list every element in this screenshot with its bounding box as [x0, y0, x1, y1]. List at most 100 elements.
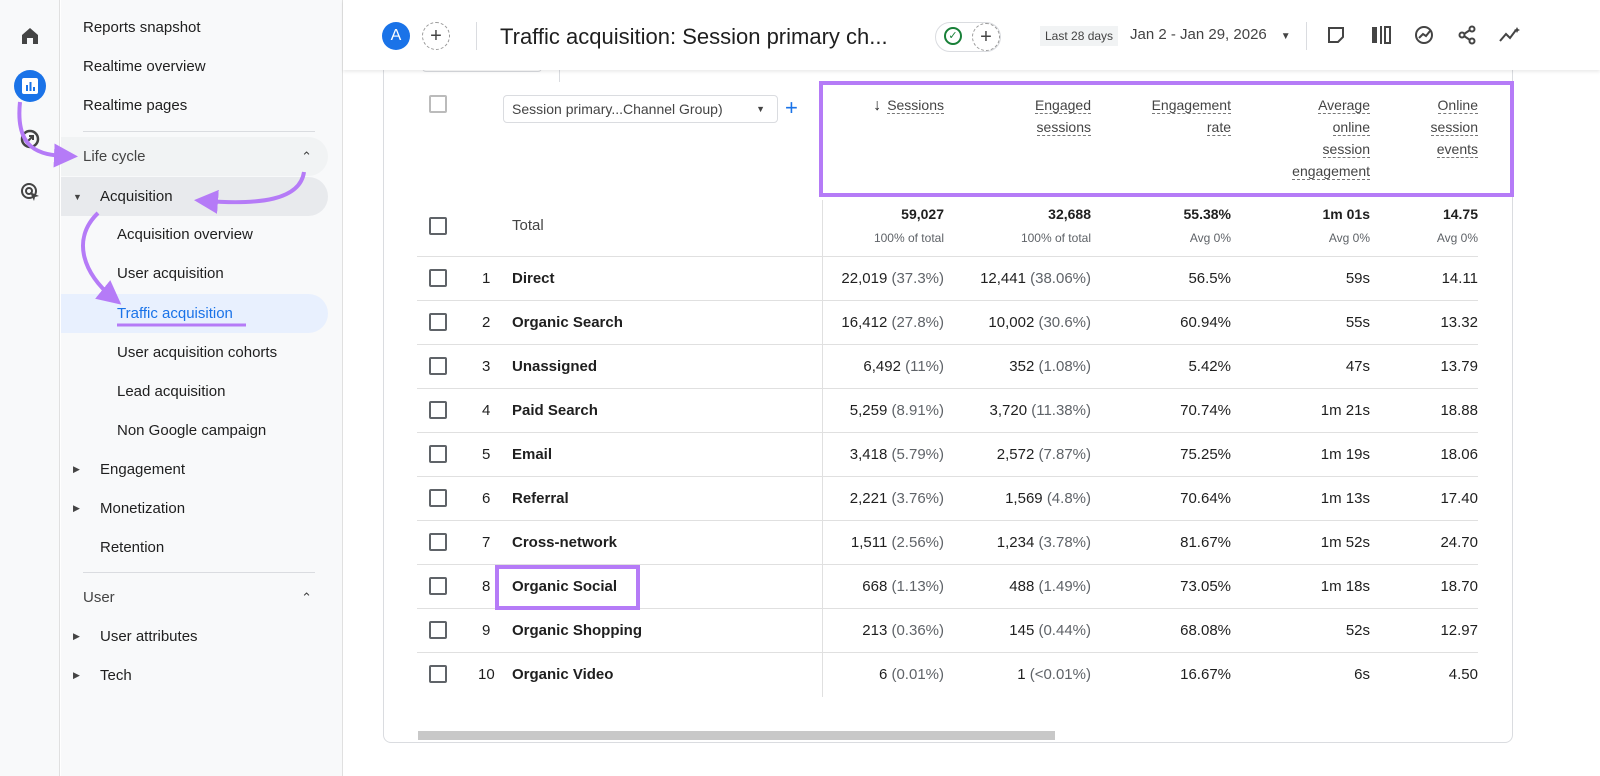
sessions-percent: (0.36%): [891, 622, 944, 639]
row-checkbox[interactable]: [429, 313, 447, 331]
table-row[interactable]: 7 Cross-network 1,511 (2.56%) 1,234 (3.7…: [417, 520, 1478, 564]
total-row: Total 59,027 100% of total 32,688 100% of t…: [417, 200, 1478, 256]
table-row[interactable]: 9 Organic Shopping 213 (0.36%) 145 (0.44…: [417, 608, 1478, 652]
engagement-rate-cell: 81.67%: [1180, 534, 1231, 551]
total-sessions-sub: 100% of total: [873, 231, 944, 245]
avg-engagement-cell: 1m 52s: [1320, 534, 1370, 551]
row-checkbox[interactable]: [429, 621, 447, 639]
table-row[interactable]: 3 Unassigned 6,492 (11%) 352 (1.08%) 5.4…: [417, 344, 1478, 388]
channel-name[interactable]: Organic Shopping: [512, 622, 642, 639]
reports-icon[interactable]: [14, 70, 46, 102]
sessions-cell: 1,511 (2.56%): [851, 534, 944, 551]
channel-name[interactable]: Referral: [512, 490, 569, 507]
engaged-value: 12,441: [980, 270, 1026, 287]
sessions-value: 213: [862, 622, 888, 639]
row-checkbox[interactable]: [429, 401, 447, 419]
sessions-cell: 3,418 (5.79%): [850, 446, 944, 463]
item-label: Engagement: [100, 461, 186, 478]
sessions-percent: (2.56%): [891, 534, 944, 551]
note-icon[interactable]: [1323, 22, 1349, 48]
dimension-selector[interactable]: Session primary...Channel Group) ▼: [503, 95, 778, 123]
table-row[interactable]: 5 Email 3,418 (5.79%) 2,572 (7.87%) 75.2…: [417, 432, 1478, 476]
chevron-up-icon: ⌃: [301, 148, 312, 164]
engaged-sessions-cell: 1,234 (3.78%): [997, 534, 1091, 551]
status-chip[interactable]: ✓ +: [935, 22, 1001, 52]
engaged-percent: (<0.01%): [1029, 666, 1091, 683]
caret-down-icon: ▼: [1280, 31, 1291, 42]
caret-right-icon: ▶: [73, 464, 80, 474]
engaged-percent: (0.44%): [1038, 622, 1091, 639]
channel-name[interactable]: Unassigned: [512, 358, 597, 375]
date-range-picker[interactable]: Jan 2 - Jan 29, 2026 ▼: [1130, 26, 1291, 43]
sessions-cell: 2,221 (3.76%): [850, 490, 944, 507]
sidebar-item-lead-acquisition[interactable]: Lead acquisition: [61, 372, 328, 411]
sidebar-item-reports-snapshot[interactable]: Reports snapshot: [61, 8, 328, 47]
row-rank: 7: [482, 534, 491, 551]
sidebar-item-traffic-acquisition[interactable]: Traffic acquisition: [61, 294, 328, 333]
engagement-rate-cell: 5.42%: [1188, 358, 1231, 375]
row-checkbox[interactable]: [429, 577, 447, 595]
sessions-value: 22,019: [841, 270, 888, 287]
avg-engagement-cell: 1m 19s: [1320, 446, 1370, 463]
horizontal-scrollbar[interactable]: [418, 731, 1055, 740]
row-checkbox[interactable]: [429, 445, 447, 463]
sidebar-item-acquisition[interactable]: ▼ Acquisition: [61, 177, 328, 216]
table-row[interactable]: 4 Paid Search 5,259 (8.91%) 3,720 (11.38…: [417, 388, 1478, 432]
add-comparison-button[interactable]: +: [422, 22, 450, 50]
total-avg-engagement: 1m 01s: [1322, 206, 1370, 222]
chevron-up-icon: ⌃: [301, 589, 312, 605]
row-checkbox[interactable]: [429, 533, 447, 551]
engaged-percent: (7.87%): [1038, 446, 1091, 463]
sidebar-item-non-google-campaign[interactable]: Non Google campaign: [61, 411, 328, 450]
caret-down-icon: ▼: [73, 191, 82, 202]
channel-name[interactable]: Cross-network: [512, 534, 617, 551]
row-checkbox[interactable]: [429, 217, 447, 235]
dimension-label: Session primary...Channel Group): [512, 101, 723, 117]
channel-name[interactable]: Direct: [512, 270, 555, 287]
sidebar-item-realtime-overview[interactable]: Realtime overview: [61, 47, 328, 86]
add-dimension-button[interactable]: +: [785, 95, 798, 121]
engaged-sessions-cell: 10,002 (30.6%): [988, 314, 1091, 331]
insights-icon[interactable]: [1411, 22, 1437, 48]
row-checkbox[interactable]: [429, 489, 447, 507]
sidebar-item-retention[interactable]: Retention: [61, 528, 328, 567]
sidebar-item-monetization[interactable]: ▶ Monetization: [61, 489, 328, 528]
channel-name[interactable]: Organic Video: [512, 666, 613, 683]
sidebar-item-acquisition-overview[interactable]: Acquisition overview: [61, 215, 328, 254]
engaged-sessions-cell: 352 (1.08%): [1009, 358, 1091, 375]
sidebar-item-user-acquisition[interactable]: User acquisition: [61, 254, 328, 293]
engaged-sessions-cell: 12,441 (38.06%): [980, 270, 1091, 287]
sidebar-item-user-attributes[interactable]: ▶ User attributes: [61, 617, 328, 656]
sparkle-trend-icon[interactable]: [1497, 22, 1523, 48]
table-row[interactable]: 1 Direct 22,019 (37.3%) 12,441 (38.06%) …: [417, 256, 1478, 300]
row-checkbox[interactable]: [429, 269, 447, 287]
table-row[interactable]: 6 Referral 2,221 (3.76%) 1,569 (4.8%) 70…: [417, 476, 1478, 520]
table-row[interactable]: 10 Organic Video 6 (0.01%) 1 (<0.01%) 16…: [417, 652, 1478, 696]
sidebar-item-realtime-pages[interactable]: Realtime pages: [61, 86, 328, 125]
add-filter-button[interactable]: +: [972, 23, 1000, 51]
sessions-percent: (8.91%): [891, 402, 944, 419]
section-life-cycle[interactable]: Life cycle ⌃: [61, 137, 328, 176]
explore-icon[interactable]: [14, 123, 46, 155]
channel-name[interactable]: Organic Search: [512, 314, 623, 331]
compare-columns-icon[interactable]: [1368, 22, 1394, 48]
section-user[interactable]: User ⌃: [61, 578, 328, 617]
select-all-checkbox[interactable]: [429, 95, 447, 113]
sidebar-item-tech[interactable]: ▶ Tech: [61, 656, 328, 695]
sessions-cell: 16,412 (27.8%): [841, 314, 944, 331]
metric-columns-highlight: [819, 81, 1514, 197]
row-checkbox[interactable]: [429, 665, 447, 683]
channel-name[interactable]: Email: [512, 446, 552, 463]
sidebar-item-engagement[interactable]: ▶ Engagement: [61, 450, 328, 489]
share-icon[interactable]: [1454, 22, 1480, 48]
advertising-icon[interactable]: [14, 176, 46, 208]
total-engaged-sessions-sub: 100% of total: [1020, 231, 1091, 245]
home-icon[interactable]: [14, 20, 46, 52]
sidebar-item-user-acquisition-cohorts[interactable]: User acquisition cohorts: [61, 333, 328, 372]
table-row[interactable]: 2 Organic Search 16,412 (27.8%) 10,002 (…: [417, 300, 1478, 344]
comparison-avatar[interactable]: A: [382, 22, 410, 50]
session-events-cell: 4.50: [1448, 666, 1478, 683]
channel-name[interactable]: Paid Search: [512, 402, 598, 419]
row-checkbox[interactable]: [429, 357, 447, 375]
engaged-percent: (4.8%): [1046, 490, 1091, 507]
